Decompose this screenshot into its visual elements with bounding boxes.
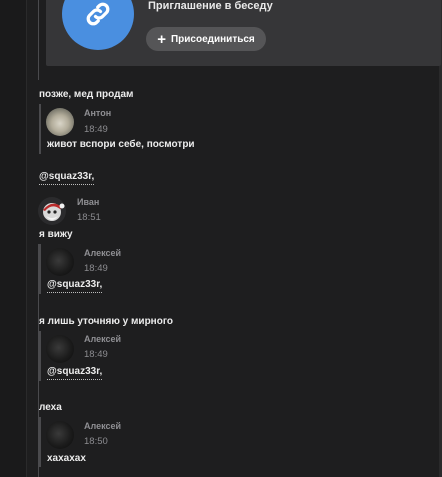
- quoted-text: живот вспори себе, посмотри: [47, 139, 195, 150]
- quote-bar: [39, 244, 41, 294]
- quoted-text: хахахах: [47, 453, 86, 464]
- quote-bar: [39, 331, 41, 381]
- avatar[interactable]: [46, 421, 74, 449]
- left-panel-edge: [0, 0, 27, 477]
- message-text: я лишь уточняю у мирного: [39, 316, 173, 327]
- timestamp: 18:49: [84, 124, 108, 135]
- thread-line: [38, 0, 39, 80]
- author-name[interactable]: Алексей: [84, 421, 121, 432]
- quote-bar: [39, 417, 41, 467]
- invite-title: Приглашение в беседу: [148, 0, 273, 12]
- timestamp: 18:49: [84, 263, 108, 274]
- message-text: леха: [39, 402, 62, 413]
- quote-bar: [39, 104, 41, 154]
- timestamp: 18:50: [84, 436, 108, 447]
- avatar[interactable]: [46, 248, 74, 276]
- mention-link[interactable]: @squaz33r,: [39, 171, 95, 185]
- join-chat-label: Присоединиться: [170, 33, 255, 45]
- author-name[interactable]: Иван: [77, 197, 99, 208]
- avatar[interactable]: [38, 197, 66, 225]
- author-name[interactable]: Антон: [84, 108, 111, 119]
- avatar[interactable]: [46, 335, 74, 363]
- mention-link[interactable]: @squaz33r,: [47, 279, 103, 293]
- mention-link[interactable]: @squaz33r,: [47, 366, 103, 380]
- plus-icon: +: [157, 30, 166, 48]
- avatar[interactable]: [46, 108, 74, 136]
- message-text: я вижу: [39, 229, 73, 240]
- join-chat-button[interactable]: + Присоединиться: [146, 27, 266, 51]
- message-text: позже, мед продам: [39, 89, 134, 100]
- author-name[interactable]: Алексей: [84, 248, 121, 259]
- timestamp: 18:51: [77, 212, 101, 223]
- timestamp: 18:49: [84, 349, 108, 360]
- author-name[interactable]: Алексей: [84, 334, 121, 345]
